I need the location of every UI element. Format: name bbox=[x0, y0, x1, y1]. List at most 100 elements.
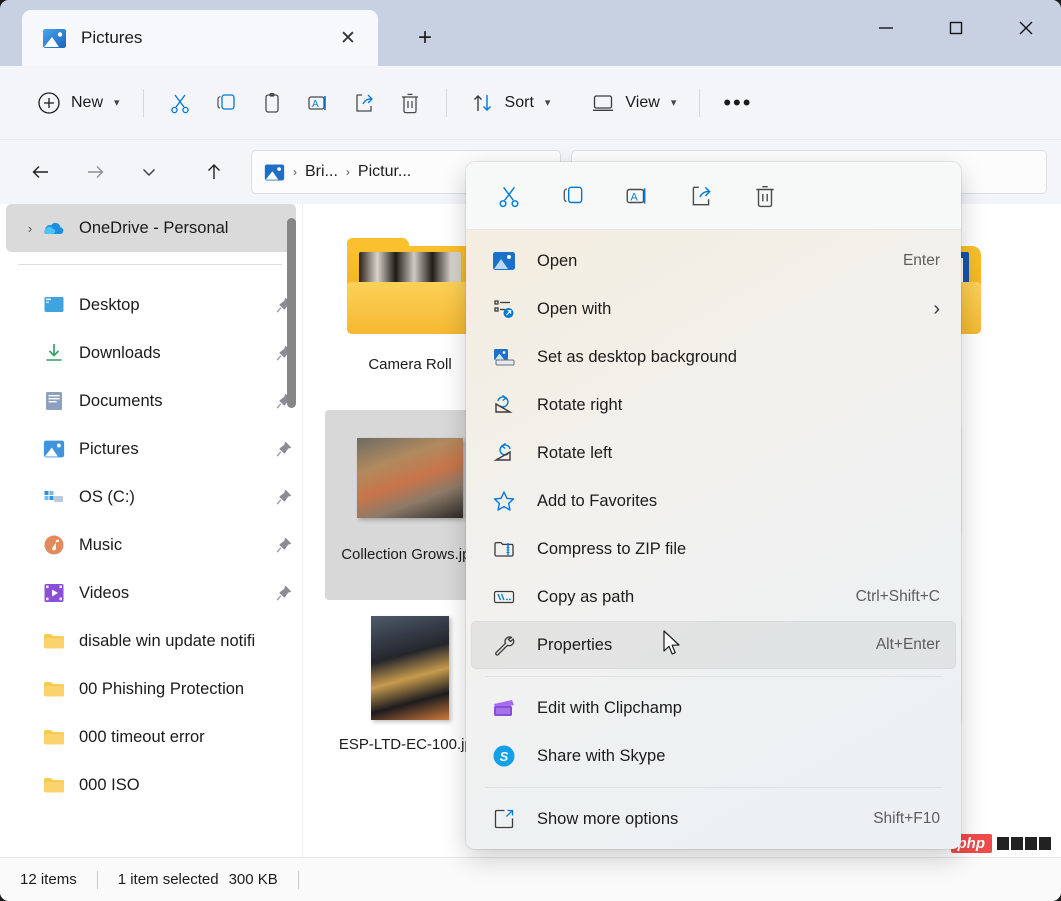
sidebar-item-os-c[interactable]: OS (C:) bbox=[6, 473, 296, 521]
cut-button[interactable] bbox=[490, 177, 528, 215]
pin-icon[interactable] bbox=[270, 489, 296, 506]
chevron-right-icon[interactable]: › bbox=[18, 221, 42, 236]
context-menu-items: Open Enter Open with › bbox=[466, 230, 961, 849]
breadcrumb-item-0[interactable]: Bri... bbox=[305, 163, 338, 181]
share-button[interactable] bbox=[341, 82, 387, 124]
delete-button[interactable] bbox=[746, 177, 784, 215]
share-button[interactable] bbox=[682, 177, 720, 215]
pictures-folder-icon bbox=[42, 26, 67, 51]
photo-thumbnail bbox=[357, 438, 463, 518]
copy-button[interactable] bbox=[554, 177, 592, 215]
menu-item-rotate-left[interactable]: Rotate left bbox=[471, 429, 956, 477]
copy-button[interactable] bbox=[203, 82, 249, 124]
sidebar-item-documents[interactable]: Documents bbox=[6, 377, 296, 425]
sidebar-item-videos[interactable]: Videos bbox=[6, 569, 296, 617]
menu-item-open[interactable]: Open Enter bbox=[471, 237, 956, 285]
paste-button[interactable] bbox=[249, 82, 295, 124]
file-explorer-window: Pictures ✕ + New ▾ bbox=[0, 0, 1061, 901]
menu-item-properties[interactable]: Properties Alt+Enter bbox=[471, 621, 956, 669]
sidebar-item-desktop[interactable]: Desktop bbox=[6, 281, 296, 329]
menu-item-set-as-desktop-background[interactable]: Set as desktop background bbox=[471, 333, 956, 381]
file-name: Camera Roll bbox=[335, 354, 485, 376]
open-with-icon bbox=[491, 296, 517, 322]
sort-icon bbox=[470, 90, 496, 116]
php-watermark: php bbox=[951, 834, 1052, 853]
pin-icon[interactable] bbox=[270, 537, 296, 554]
sidebar-item-000-iso[interactable]: 000 ISO bbox=[6, 761, 296, 809]
sidebar-scrollbar-thumb[interactable] bbox=[287, 218, 296, 408]
status-divider bbox=[298, 871, 299, 889]
drive-icon bbox=[42, 485, 66, 509]
recent-locations-button[interactable] bbox=[129, 152, 169, 192]
sidebar-item-disable-win-update[interactable]: disable win update notifi bbox=[6, 617, 296, 665]
menu-item-share-with-skype[interactable]: S Share with Skype bbox=[471, 732, 956, 780]
minimize-button[interactable] bbox=[851, 0, 921, 56]
up-button[interactable] bbox=[194, 152, 234, 192]
ellipsis-icon: ••• bbox=[723, 90, 752, 116]
sort-button[interactable]: Sort ▾ bbox=[460, 82, 561, 124]
clipchamp-icon bbox=[491, 695, 517, 721]
menu-item-label: Open bbox=[537, 252, 903, 271]
menu-item-label: Show more options bbox=[537, 810, 873, 829]
menu-item-edit-with-clipchamp[interactable]: Edit with Clipchamp bbox=[471, 684, 956, 732]
maximize-button[interactable] bbox=[921, 0, 991, 56]
toolbar-divider-2 bbox=[446, 89, 447, 117]
svg-text:S: S bbox=[500, 749, 509, 764]
sidebar-item-000-timeout-error[interactable]: 000 timeout error bbox=[6, 713, 296, 761]
trash-icon bbox=[397, 90, 423, 116]
zip-icon bbox=[491, 536, 517, 562]
sidebar-item-downloads[interactable]: Downloads bbox=[6, 329, 296, 377]
selection-count: 1 item selected bbox=[118, 871, 219, 888]
rename-button[interactable]: A bbox=[618, 177, 656, 215]
new-tab-button[interactable]: + bbox=[408, 21, 442, 55]
breadcrumb-item-1[interactable]: Pictur... bbox=[358, 163, 411, 181]
rename-button[interactable]: A bbox=[295, 82, 341, 124]
menu-item-copy-as-path[interactable]: Copy as path Ctrl+Shift+C bbox=[471, 573, 956, 621]
menu-divider bbox=[485, 676, 942, 677]
svg-text:A: A bbox=[631, 191, 639, 203]
menu-item-add-to-favorites[interactable]: Add to Favorites bbox=[471, 477, 956, 525]
folder-icon bbox=[42, 773, 66, 797]
command-bar: New ▾ bbox=[0, 66, 1061, 140]
sidebar-item-music[interactable]: Music bbox=[6, 521, 296, 569]
documents-icon bbox=[42, 389, 66, 413]
sidebar-item-label: Downloads bbox=[79, 344, 270, 363]
sidebar-item-00-phishing-protection[interactable]: 00 Phishing Protection bbox=[6, 665, 296, 713]
window-controls bbox=[851, 0, 1061, 56]
pin-icon[interactable] bbox=[270, 441, 296, 458]
sidebar-item-label: Pictures bbox=[79, 440, 270, 459]
close-button[interactable] bbox=[991, 0, 1061, 56]
more-options-button[interactable]: ••• bbox=[713, 82, 762, 124]
downloads-icon bbox=[42, 341, 66, 365]
close-icon[interactable]: ✕ bbox=[332, 22, 364, 54]
menu-item-open-with[interactable]: Open with › bbox=[471, 285, 956, 333]
sidebar-item-label: Desktop bbox=[79, 296, 270, 315]
sidebar-item-onedrive[interactable]: › OneDrive - Personal bbox=[6, 204, 296, 252]
tab-pictures[interactable]: Pictures ✕ bbox=[22, 10, 378, 66]
delete-button[interactable] bbox=[387, 82, 433, 124]
menu-item-label: Copy as path bbox=[537, 588, 856, 607]
svg-text:A: A bbox=[312, 99, 319, 110]
menu-item-rotate-right[interactable]: Rotate right bbox=[471, 381, 956, 429]
breadcrumb-root-icon bbox=[264, 162, 285, 183]
view-button[interactable]: View ▾ bbox=[580, 82, 686, 124]
menu-item-label: Add to Favorites bbox=[537, 492, 940, 511]
chevron-down-icon: ▾ bbox=[545, 96, 551, 109]
back-button[interactable] bbox=[21, 152, 61, 192]
cut-button[interactable] bbox=[157, 82, 203, 124]
new-button[interactable]: New ▾ bbox=[26, 82, 130, 124]
pin-icon[interactable] bbox=[270, 585, 296, 602]
menu-item-compress-to-zip-file[interactable]: Compress to ZIP file bbox=[471, 525, 956, 573]
thumbnail bbox=[347, 228, 473, 348]
sidebar-item-label: Videos bbox=[79, 584, 270, 603]
menu-item-show-more-options[interactable]: Show more options Shift+F10 bbox=[471, 795, 956, 843]
menu-item-accelerator: Shift+F10 bbox=[873, 810, 940, 828]
forward-button[interactable] bbox=[75, 152, 115, 192]
context-menu-toolbar: A bbox=[466, 162, 961, 230]
chevron-down-icon: ▾ bbox=[671, 96, 677, 109]
navigation-pane: › OneDrive - Personal Desktop bbox=[0, 204, 303, 857]
plus-circle-icon bbox=[36, 90, 62, 116]
sidebar-item-pictures[interactable]: Pictures bbox=[6, 425, 296, 473]
copy-icon bbox=[213, 90, 239, 116]
folder-thumbnail bbox=[347, 238, 473, 338]
